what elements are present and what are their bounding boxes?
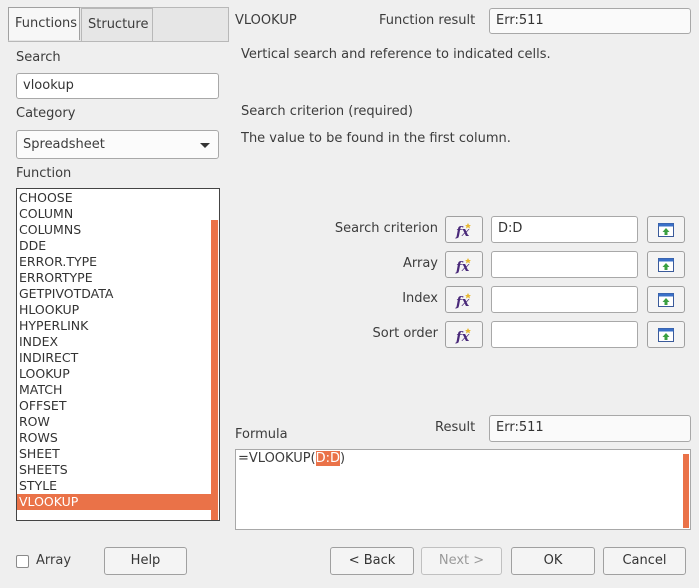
formula-scrollbar[interactable] <box>683 454 689 528</box>
search-input[interactable]: vlookup <box>16 73 219 99</box>
back-button[interactable]: < Back <box>330 547 414 575</box>
result-label: Result <box>435 420 476 435</box>
list-item[interactable]: MATCH <box>17 382 211 398</box>
argument-help-title: Search criterion (required) <box>241 104 413 119</box>
shrink-icon <box>658 222 674 237</box>
list-item[interactable]: GETPIVOTDATA <box>17 286 211 302</box>
function-wizard-icon: fx <box>455 222 471 239</box>
function-wizard-icon: fx <box>455 257 471 274</box>
fx-button-array[interactable]: fx <box>445 251 483 278</box>
list-item-selected[interactable]: VLOOKUP <box>17 494 211 510</box>
array-checkbox[interactable] <box>16 555 29 568</box>
list-item[interactable]: SHEETS <box>17 462 211 478</box>
arg-label-sort-order: Sort order <box>372 326 438 341</box>
shrink-button-array[interactable] <box>647 251 685 278</box>
category-select[interactable]: Spreadsheet <box>16 130 219 159</box>
list-item[interactable]: ERROR.TYPE <box>17 254 211 270</box>
list-item[interactable]: LOOKUP <box>17 366 211 382</box>
array-checkbox-label: Array <box>36 553 72 568</box>
arg-label-array: Array <box>402 256 438 271</box>
shrink-button-sort-order[interactable] <box>647 321 685 348</box>
category-label: Category <box>16 106 76 121</box>
cancel-button[interactable]: Cancel <box>603 547 686 575</box>
arg-input-array[interactable] <box>491 251 638 278</box>
function-list[interactable]: CHOOSE COLUMN COLUMNS DDE ERROR.TYPE ERR… <box>16 188 220 521</box>
list-item[interactable]: OFFSET <box>17 398 211 414</box>
function-description: Vertical search and reference to indicat… <box>241 47 551 62</box>
list-item[interactable]: ROWS <box>17 430 211 446</box>
shrink-button-search-criterion[interactable] <box>647 216 685 243</box>
fx-button-search-criterion[interactable]: fx <box>445 216 483 243</box>
list-item[interactable]: HYPERLINK <box>17 318 211 334</box>
formula-argument-highlight: D:D <box>315 451 341 466</box>
formula-label: Formula <box>235 427 288 442</box>
list-item[interactable]: CHOOSE <box>17 190 211 206</box>
list-item[interactable]: COLUMNS <box>17 222 211 238</box>
argument-help-text: The value to be found in the first colum… <box>241 131 511 146</box>
fx-button-index[interactable]: fx <box>445 286 483 313</box>
shrink-icon <box>658 327 674 342</box>
result-field: Err:511 <box>489 415 691 442</box>
list-item[interactable]: HLOOKUP <box>17 302 211 318</box>
function-result-field: Err:511 <box>489 8 691 34</box>
list-item[interactable]: INDEX <box>17 334 211 350</box>
formula-editor[interactable]: =VLOOKUP(D:D) <box>235 449 691 530</box>
formula-suffix: ) <box>340 451 346 466</box>
function-wizard-icon: fx <box>455 327 471 344</box>
function-list-scrollbar[interactable] <box>211 220 218 520</box>
function-result-label: Function result <box>379 13 476 28</box>
fx-button-sort-order[interactable]: fx <box>445 321 483 348</box>
list-item[interactable]: INDIRECT <box>17 350 211 366</box>
arg-label-index: Index <box>402 291 438 306</box>
arg-input-search-criterion[interactable]: D:D <box>491 216 638 243</box>
list-item[interactable]: DDE <box>17 238 211 254</box>
list-item[interactable]: ROW <box>17 414 211 430</box>
list-item[interactable]: SHEET <box>17 446 211 462</box>
function-list-label: Function <box>16 166 72 181</box>
tab-functions[interactable]: Functions <box>8 7 80 40</box>
help-button[interactable]: Help <box>104 547 187 575</box>
arg-label-search-criterion: Search criterion <box>334 221 438 236</box>
shrink-icon <box>658 292 674 307</box>
function-wizard-icon: fx <box>455 292 471 309</box>
formula-prefix: =VLOOKUP( <box>238 451 316 466</box>
list-item[interactable]: STYLE <box>17 478 211 494</box>
arg-input-index[interactable] <box>491 286 638 313</box>
chevron-down-icon <box>200 143 210 148</box>
search-label: Search <box>16 50 61 65</box>
arg-input-sort-order[interactable] <box>491 321 638 348</box>
list-item[interactable]: ERRORTYPE <box>17 270 211 286</box>
next-button[interactable]: Next > <box>421 547 502 575</box>
tab-structure[interactable]: Structure <box>81 8 153 41</box>
list-item[interactable]: COLUMN <box>17 206 211 222</box>
ok-button[interactable]: OK <box>511 547 595 575</box>
shrink-button-index[interactable] <box>647 286 685 313</box>
category-value: Spreadsheet <box>23 137 105 152</box>
function-name: VLOOKUP <box>235 13 297 28</box>
shrink-icon <box>658 257 674 272</box>
